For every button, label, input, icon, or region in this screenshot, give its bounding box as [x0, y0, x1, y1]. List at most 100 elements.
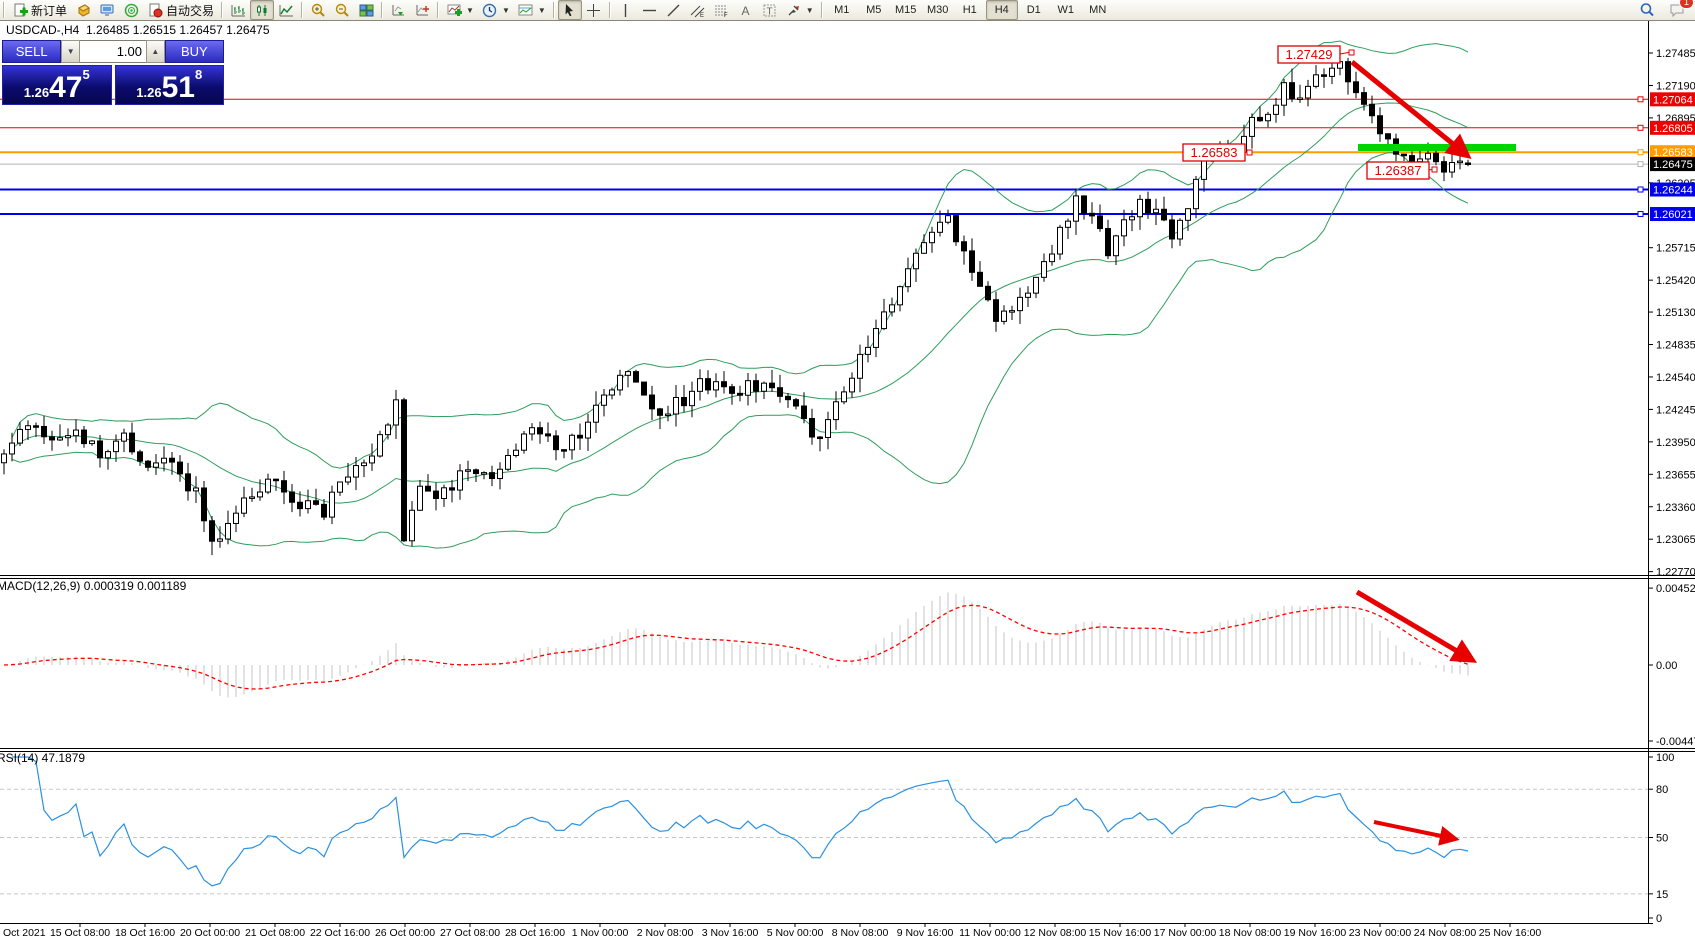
candle [778, 388, 783, 397]
candle [842, 392, 847, 402]
candle [674, 397, 679, 414]
fibonacci-tool[interactable]: F [710, 0, 734, 20]
text-label-tool[interactable]: T [758, 0, 782, 20]
notifications-button[interactable]: 1 [1665, 0, 1689, 20]
timeframe-button-d1[interactable]: D1 [1018, 0, 1050, 20]
annotation-low-1-26387[interactable]: 1.26387 [1367, 162, 1437, 179]
candle [890, 305, 895, 312]
zoom-out-button[interactable] [330, 0, 354, 20]
autotrading-button[interactable]: 自动交易 [143, 0, 218, 20]
candle [1066, 221, 1071, 227]
candle [1122, 220, 1127, 236]
time-axis-label: 18 Nov 08:00 [1219, 927, 1282, 938]
candle [1042, 262, 1047, 278]
candle [714, 382, 719, 390]
candle [1450, 163, 1455, 173]
line-chart-button[interactable] [274, 0, 298, 20]
indicators-icon [446, 2, 462, 18]
terminal-button[interactable] [95, 0, 119, 20]
arrows-tool[interactable]: ▼ [782, 0, 818, 20]
candle [122, 433, 127, 441]
timeframe-button-m30[interactable]: M30 [922, 0, 954, 20]
macd-axis-label: 0.00 [1656, 660, 1677, 672]
new-order-button[interactable]: 新订单 [8, 0, 71, 20]
svg-text:1.27064: 1.27064 [1653, 94, 1693, 106]
candle [1034, 277, 1039, 293]
separator [821, 2, 823, 18]
candle [954, 216, 959, 242]
candle [970, 251, 975, 272]
price-tick-label: 1.22770 [1656, 567, 1695, 579]
candle [1130, 217, 1135, 220]
auto-scroll-button[interactable] [386, 0, 410, 20]
candle [130, 433, 135, 452]
timeframe-button-h1[interactable]: H1 [954, 0, 986, 20]
candle [242, 498, 247, 513]
candle [138, 452, 143, 461]
candle [506, 455, 511, 469]
sell-price-display[interactable]: 1.26475 [2, 65, 112, 105]
volume-increase-button[interactable]: ▲ [146, 40, 165, 63]
tile-windows-button[interactable] [354, 0, 378, 20]
timeframe-button-m1[interactable]: M1 [826, 0, 858, 20]
zoom-in-button[interactable] [306, 0, 330, 20]
timeframe-button-m5[interactable]: M5 [858, 0, 890, 20]
chart-canvas[interactable]: 1.274851.271901.268951.263051.257151.254… [0, 20, 1695, 938]
volume-decrease-button[interactable]: ▼ [61, 40, 80, 63]
green-support-zone[interactable] [1358, 144, 1516, 151]
candle [850, 378, 855, 392]
candle [266, 479, 271, 492]
candle [666, 414, 671, 416]
time-axis-label: 26 Oct 00:00 [375, 927, 435, 938]
indicators-button[interactable]: ▼ [442, 0, 478, 20]
price-tick-label: 1.23655 [1656, 469, 1695, 481]
candle [706, 379, 711, 390]
chart-shift-button[interactable] [410, 0, 434, 20]
sell-button[interactable]: SELL [2, 40, 61, 63]
sell-price-big: 47 [49, 74, 82, 102]
candle [610, 390, 615, 395]
market-watch-button[interactable] [71, 0, 95, 20]
mt4-terminal-window: { "toolbar": { "new_order_label": "新订单",… [0, 0, 1695, 938]
trendline-tool[interactable] [662, 0, 686, 20]
timeframe-button-w1[interactable]: W1 [1050, 0, 1082, 20]
timeframe-button-mn[interactable]: MN [1082, 0, 1114, 20]
svg-text:1.26475: 1.26475 [1653, 159, 1693, 171]
time-axis-label: 24 Nov 08:00 [1414, 927, 1477, 938]
bar-chart-button[interactable] [226, 0, 250, 20]
signals-button[interactable] [119, 0, 143, 20]
buy-button[interactable]: BUY [165, 40, 224, 63]
search-button[interactable] [1635, 0, 1659, 20]
time-axis-label: 1 Nov 00:00 [572, 927, 629, 938]
sell-price-sup: 5 [82, 67, 89, 82]
timeframe-button-m15[interactable]: M15 [890, 0, 922, 20]
timeframe-button-h4[interactable]: H4 [986, 0, 1018, 20]
candle [450, 488, 455, 490]
candle [730, 387, 735, 394]
templates-button[interactable]: ▼ [514, 0, 550, 20]
tile-windows-icon [358, 2, 374, 18]
horizontal-line-tool[interactable] [638, 0, 662, 20]
candle [1018, 297, 1023, 310]
candle [1362, 93, 1367, 105]
candle [1090, 213, 1095, 216]
time-axis-label: 21 Oct 08:00 [245, 927, 305, 938]
candle [426, 486, 431, 491]
candlestick-chart-button[interactable] [250, 0, 274, 20]
volume-input[interactable] [80, 40, 146, 63]
price-badge: 1.26244 [1650, 183, 1695, 197]
candle [434, 491, 439, 498]
channel-tool[interactable]: E [686, 0, 710, 20]
candle [554, 436, 559, 450]
cursor-tool-button[interactable] [558, 0, 582, 20]
time-axis-label: 28 Oct 16:00 [505, 927, 565, 938]
crosshair-tool-button[interactable] [582, 0, 606, 20]
text-tool[interactable]: A [734, 0, 758, 20]
candle [1434, 153, 1439, 161]
candle [370, 456, 375, 463]
vertical-line-tool[interactable] [614, 0, 638, 20]
periods-button[interactable]: ▼ [478, 0, 514, 20]
annotation-level-1-26583[interactable]: 1.26583 [1183, 144, 1252, 161]
buy-price-display[interactable]: 1.26518 [115, 65, 225, 105]
candle [1146, 199, 1151, 212]
